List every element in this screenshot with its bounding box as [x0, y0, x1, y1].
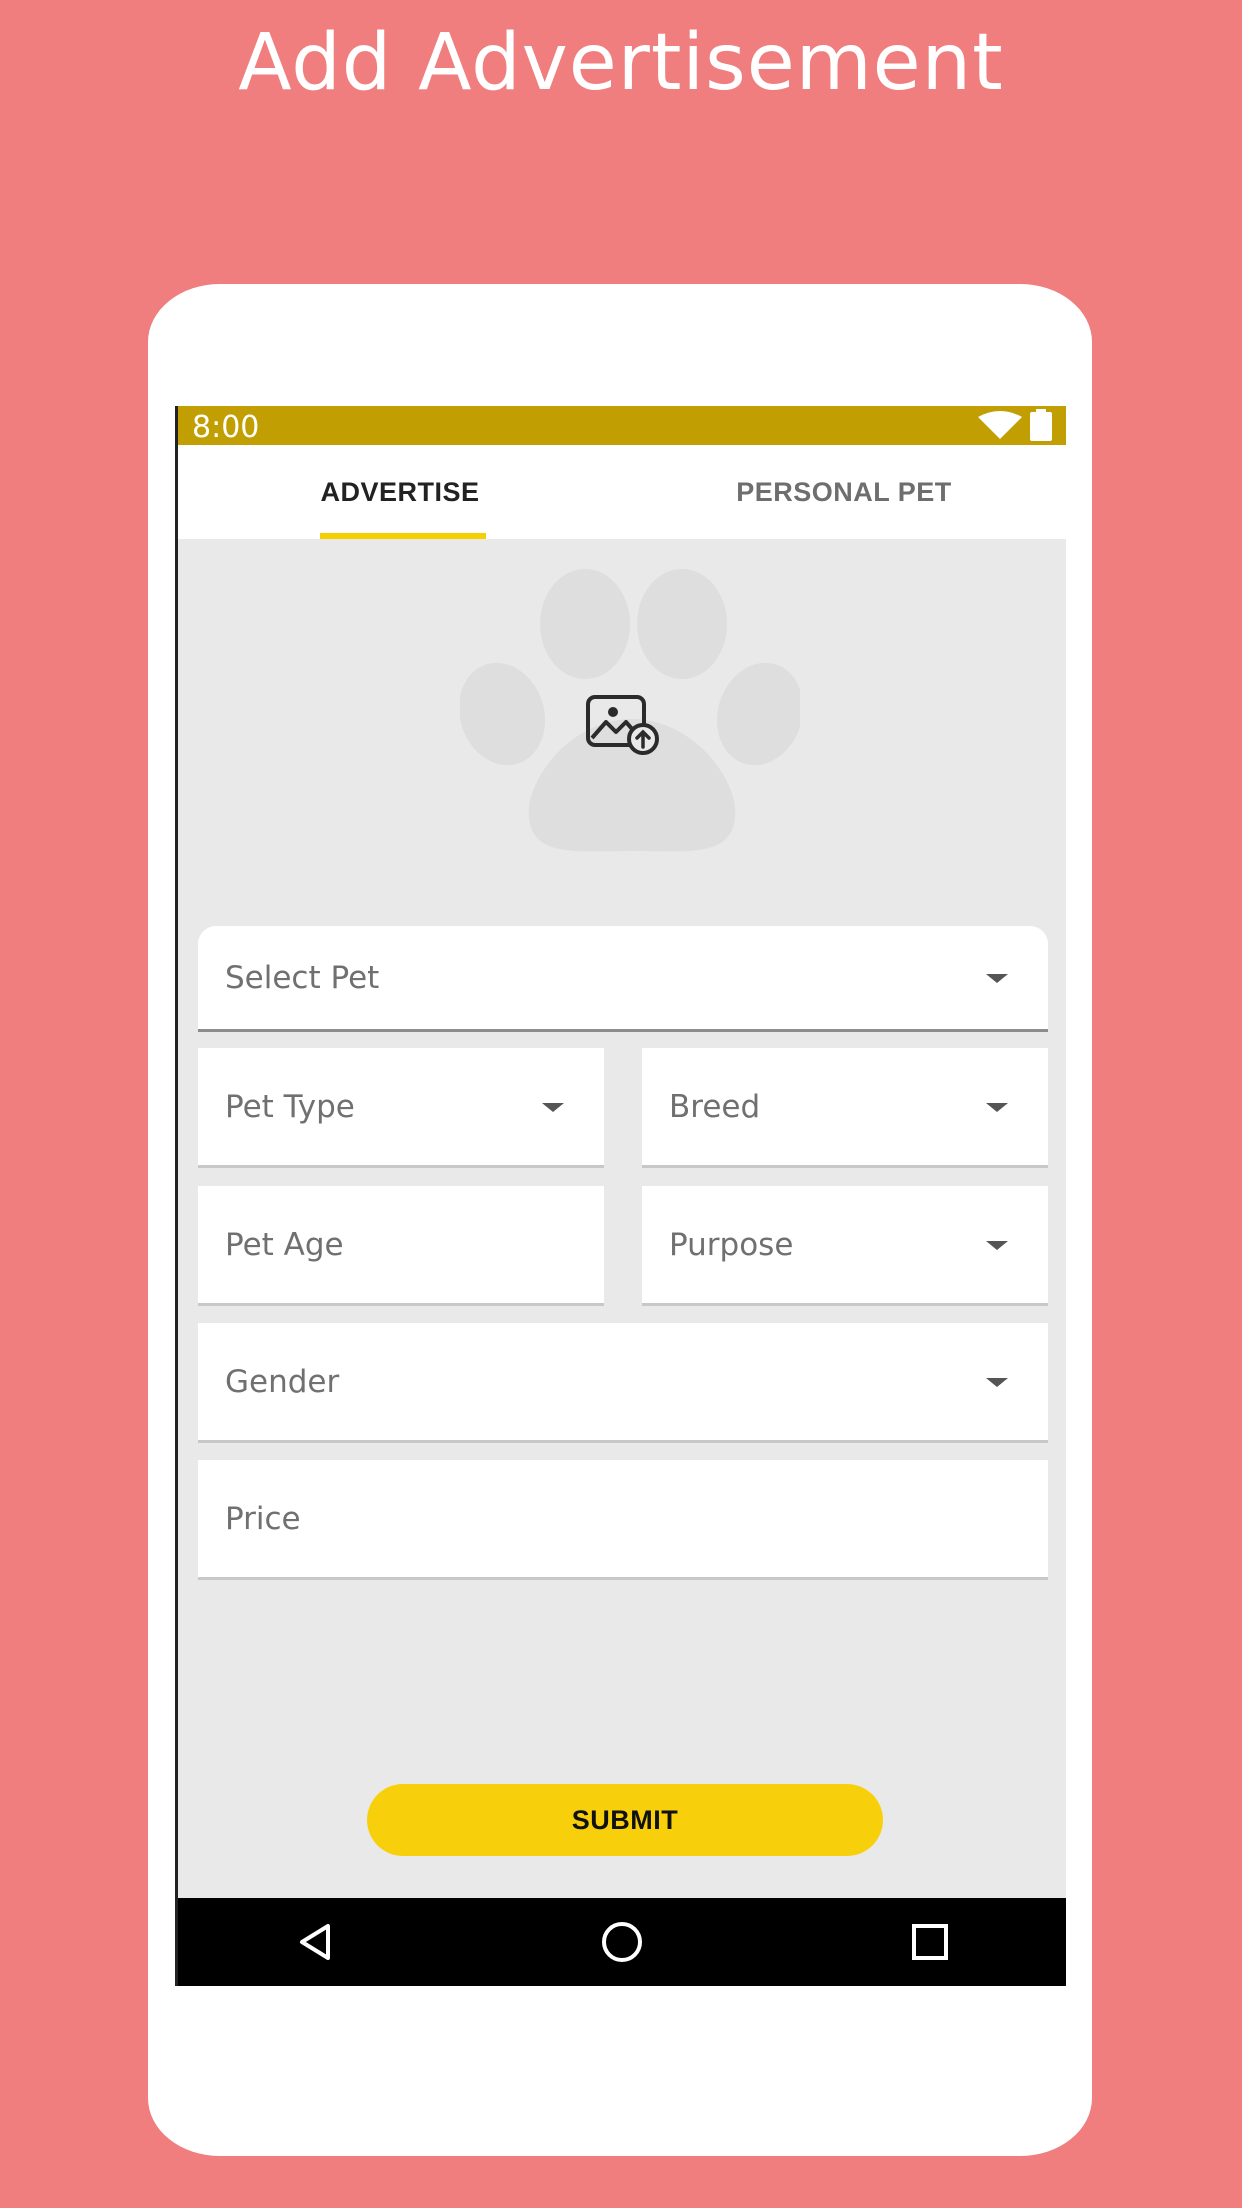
select-pet-dropdown[interactable]: Select Pet	[198, 926, 1048, 1032]
status-time: 8:00	[192, 410, 260, 445]
tab-personal-pet-label: PERSONAL PET	[736, 476, 952, 507]
breed-dropdown[interactable]: Breed	[642, 1048, 1048, 1168]
battery-icon	[1030, 409, 1052, 441]
status-bar: 8:00	[178, 406, 1066, 445]
purpose-label: Purpose	[669, 1226, 794, 1263]
image-upload-area[interactable]	[178, 539, 1066, 919]
chevron-down-icon	[542, 1102, 564, 1112]
submit-button[interactable]: SUBMIT	[367, 1784, 883, 1856]
android-nav-bar	[178, 1898, 1066, 1986]
app-screen: 8:00 ADVERTISE PERSONAL PET Select Pet P…	[175, 406, 1066, 1986]
chevron-down-icon	[986, 1240, 1008, 1250]
image-upload-icon[interactable]	[586, 694, 660, 756]
select-pet-label: Select Pet	[225, 959, 380, 996]
pet-type-dropdown[interactable]: Pet Type	[198, 1048, 604, 1168]
wifi-icon	[978, 411, 1022, 439]
purpose-dropdown[interactable]: Purpose	[642, 1186, 1048, 1306]
price-placeholder: Price	[225, 1500, 301, 1537]
breed-label: Breed	[669, 1088, 761, 1125]
tab-bar: ADVERTISE PERSONAL PET	[178, 445, 1066, 539]
promo-title: Add Advertisement	[238, 18, 1004, 108]
pet-age-input[interactable]: Pet Age	[198, 1186, 604, 1306]
gender-label: Gender	[225, 1363, 340, 1400]
pet-type-label: Pet Type	[225, 1088, 355, 1125]
home-icon[interactable]	[600, 1920, 644, 1964]
chevron-down-icon	[986, 973, 1008, 983]
recents-icon[interactable]	[908, 1920, 952, 1964]
gender-dropdown[interactable]: Gender	[198, 1323, 1048, 1443]
chevron-down-icon	[986, 1377, 1008, 1387]
tab-advertise-label: ADVERTISE	[320, 476, 480, 507]
chevron-down-icon	[986, 1102, 1008, 1112]
tab-advertise[interactable]: ADVERTISE	[178, 445, 622, 539]
status-icons	[978, 408, 1052, 442]
tab-personal-pet[interactable]: PERSONAL PET	[622, 445, 1066, 539]
price-input[interactable]: Price	[198, 1460, 1048, 1580]
back-icon[interactable]	[294, 1920, 338, 1964]
pet-age-placeholder: Pet Age	[225, 1226, 344, 1263]
